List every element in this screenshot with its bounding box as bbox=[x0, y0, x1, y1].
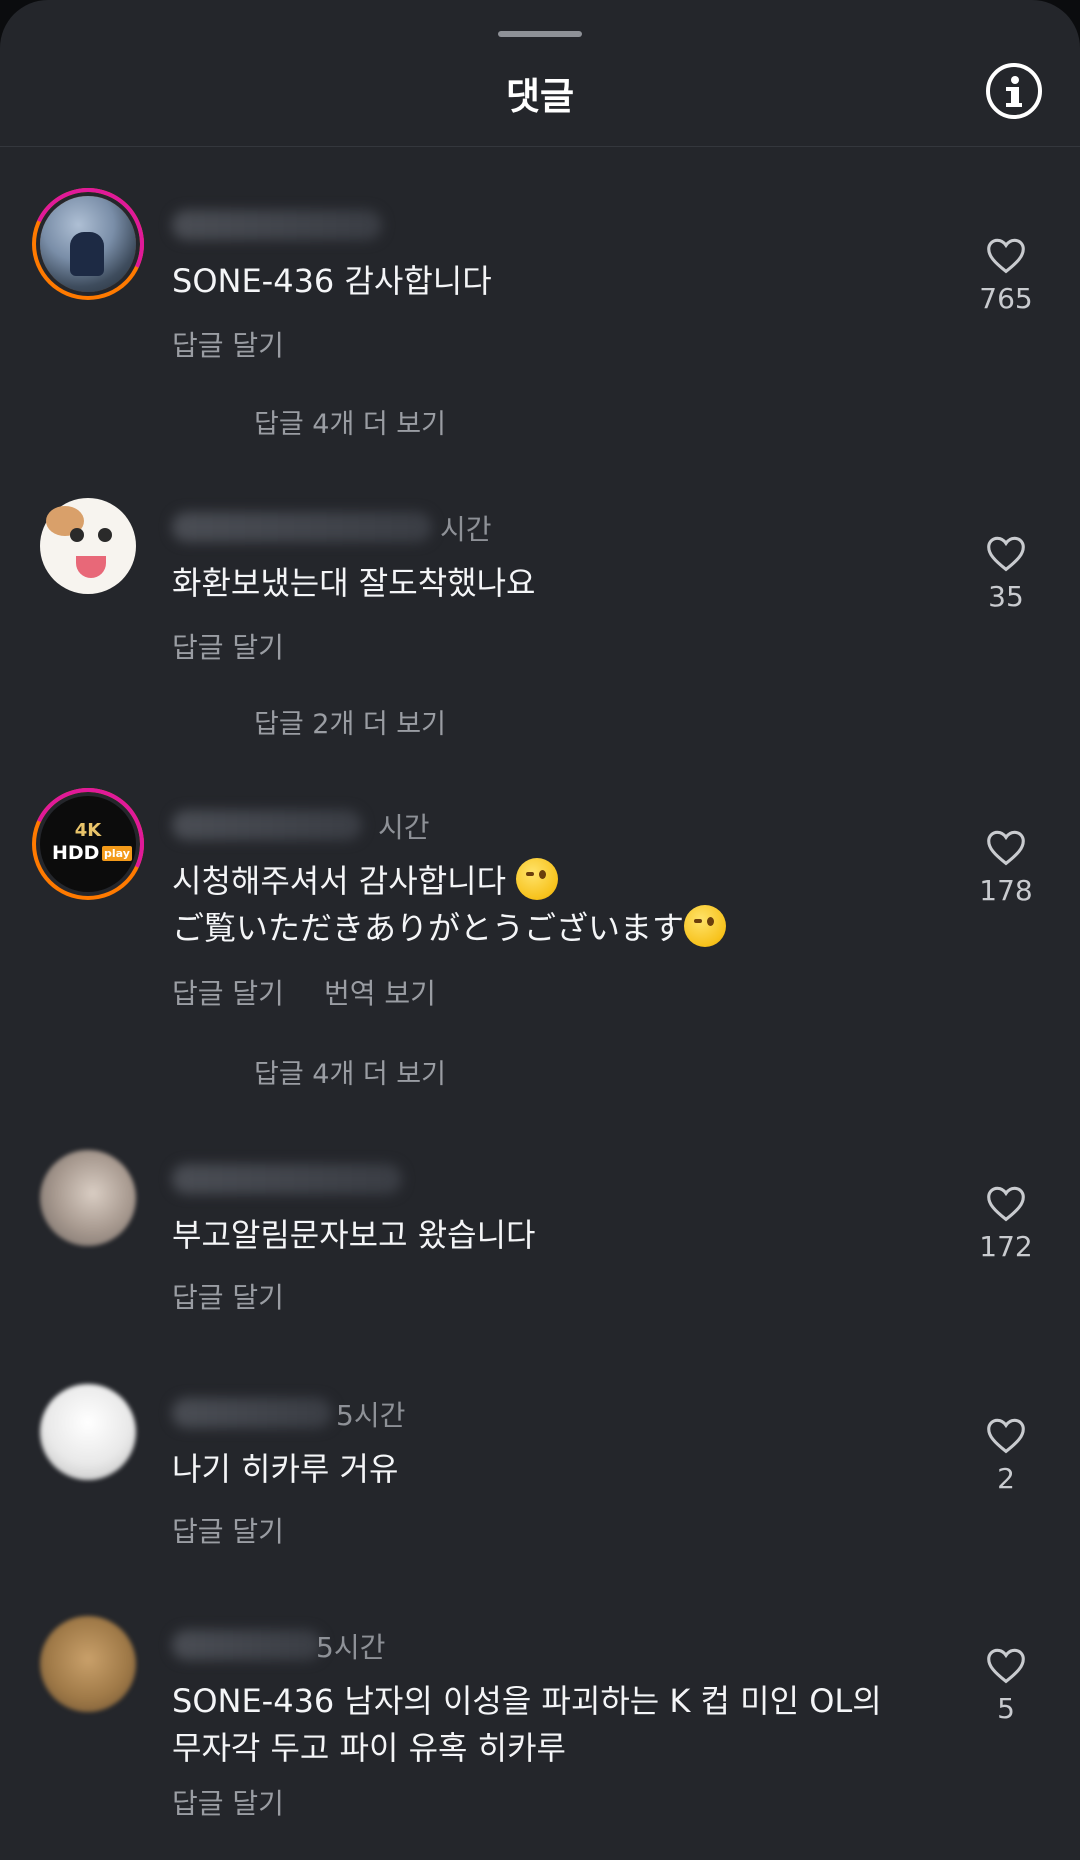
like-count: 172 bbox=[979, 1230, 1033, 1263]
username-blurred[interactable] bbox=[172, 1398, 332, 1428]
heart-outline-icon bbox=[987, 238, 1025, 274]
like-count: 765 bbox=[979, 282, 1033, 315]
avatar[interactable]: 4K HDD play bbox=[40, 796, 136, 892]
like-button[interactable]: 172 bbox=[966, 1184, 1046, 1263]
reply-button[interactable]: 답글 달기 bbox=[172, 329, 284, 362]
reply-button[interactable]: 답글 달기 bbox=[172, 631, 284, 664]
username-blurred[interactable] bbox=[172, 810, 362, 840]
avatar[interactable] bbox=[40, 196, 136, 292]
info-icon[interactable] bbox=[986, 63, 1042, 119]
comment-time: 5시간 bbox=[336, 1399, 406, 1432]
username-blurred[interactable] bbox=[172, 210, 382, 240]
avatar[interactable] bbox=[40, 1384, 136, 1480]
winking-face-emoji-icon bbox=[684, 905, 727, 947]
comment-text-line: SONE-436 남자의 이성을 파괴하는 K 컵 미인 OL의 bbox=[172, 1682, 882, 1720]
like-count: 2 bbox=[997, 1462, 1015, 1495]
sheet-title: 댓글 bbox=[505, 75, 575, 118]
reply-button[interactable]: 답글 달기 bbox=[172, 1787, 284, 1820]
view-more-replies[interactable]: 답글 4개 더 보기 bbox=[254, 402, 446, 441]
avatar[interactable] bbox=[40, 498, 136, 594]
comment-text-line: 무자각 두고 파이 유혹 히카루 bbox=[172, 1729, 566, 1767]
heart-outline-icon bbox=[987, 1418, 1025, 1454]
avatar[interactable] bbox=[40, 1150, 136, 1246]
comment-actions: 답글 달기 bbox=[172, 1510, 284, 1550]
heart-outline-icon bbox=[987, 1648, 1025, 1684]
comment-actions: 답글 달기 bbox=[172, 1782, 284, 1822]
comment-time: 5시간 bbox=[316, 1631, 386, 1664]
comment-text: 시청해주셔서 감사합니다 ご覧いただきありがとうございます bbox=[172, 858, 727, 952]
comment-text-line: ご覧いただきありがとうございます bbox=[172, 909, 685, 947]
like-button[interactable]: 765 bbox=[966, 236, 1046, 315]
like-count: 178 bbox=[979, 874, 1033, 907]
like-count: 5 bbox=[997, 1692, 1015, 1725]
reply-button[interactable]: 답글 달기 bbox=[172, 1281, 284, 1314]
comment-text: 화환보냈는대 잘도착했나요 bbox=[172, 564, 536, 602]
comment-time: 시간 bbox=[378, 811, 430, 844]
drag-handle[interactable] bbox=[498, 31, 582, 37]
comment-text: 나기 히카루 거유 bbox=[172, 1450, 399, 1488]
reply-button[interactable]: 답글 달기 bbox=[172, 977, 284, 1010]
comment-text: SONE-436 감사합니다 bbox=[172, 262, 492, 300]
comment-actions: 답글 달기 bbox=[172, 626, 284, 666]
comment-text: SONE-436 남자의 이성을 파괴하는 K 컵 미인 OL의 무자각 두고 … bbox=[172, 1678, 882, 1772]
like-button[interactable]: 35 bbox=[966, 534, 1046, 613]
comment-actions: 답글 달기 bbox=[172, 1276, 284, 1316]
comment-actions: 답글 달기 번역 보기 bbox=[172, 972, 436, 1012]
heart-outline-icon bbox=[987, 536, 1025, 572]
view-more-replies[interactable]: 답글 4개 더 보기 bbox=[254, 1052, 446, 1091]
sheet-header: 댓글 bbox=[0, 0, 1080, 147]
username-blurred[interactable] bbox=[172, 1164, 402, 1194]
username-blurred[interactable] bbox=[172, 1630, 322, 1660]
comments-sheet: 댓글 SONE-436 감사합니다 답글 달기 답글 4개 더 보기 765 시… bbox=[0, 0, 1080, 1860]
heart-outline-icon bbox=[987, 1186, 1025, 1222]
comment-text-line: 시청해주셔서 감사합니다 bbox=[172, 862, 507, 900]
like-button[interactable]: 5 bbox=[966, 1646, 1046, 1725]
like-button[interactable]: 2 bbox=[966, 1416, 1046, 1495]
heart-outline-icon bbox=[987, 830, 1025, 866]
avatar[interactable] bbox=[40, 1616, 136, 1712]
winking-face-emoji-icon bbox=[516, 858, 559, 900]
username-blurred[interactable] bbox=[172, 512, 432, 542]
view-more-replies[interactable]: 답글 2개 더 보기 bbox=[254, 702, 446, 741]
comment-text: 부고알림문자보고 왔습니다 bbox=[172, 1216, 536, 1254]
reply-button[interactable]: 답글 달기 bbox=[172, 1515, 284, 1548]
like-button[interactable]: 178 bbox=[966, 828, 1046, 907]
comment-actions: 답글 달기 bbox=[172, 324, 284, 364]
translate-button[interactable]: 번역 보기 bbox=[324, 977, 436, 1010]
comment-time: 시간 bbox=[440, 513, 492, 546]
like-count: 35 bbox=[988, 580, 1024, 613]
